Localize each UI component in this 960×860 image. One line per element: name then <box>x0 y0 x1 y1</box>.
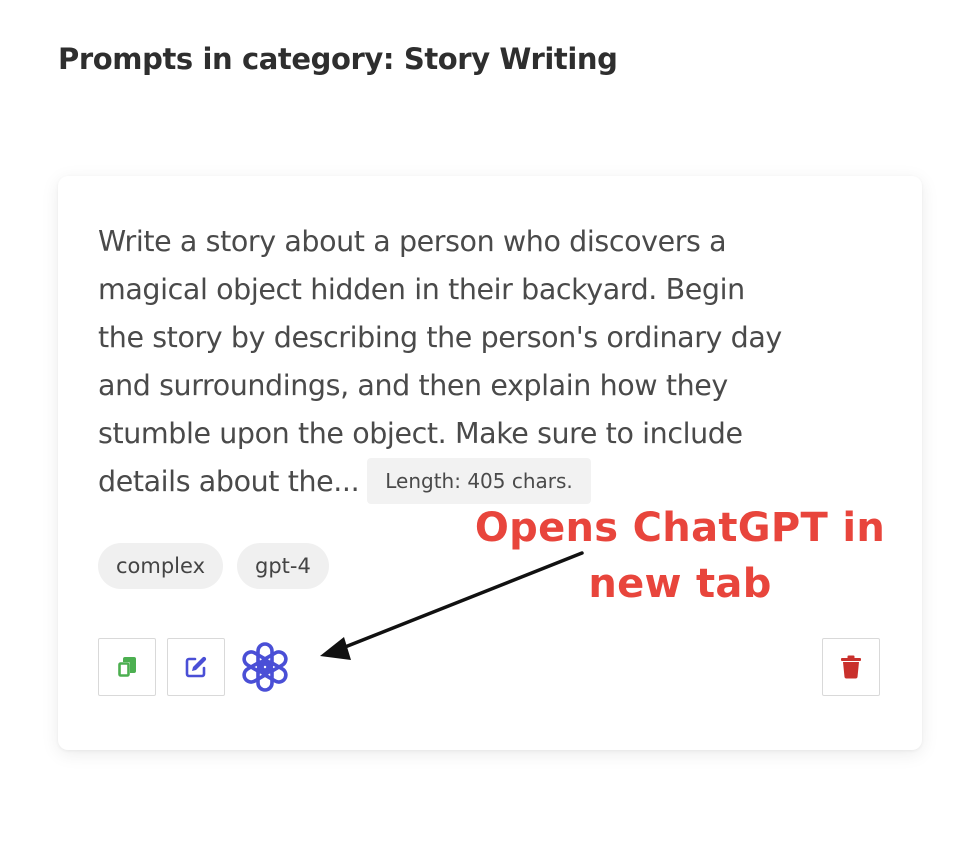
copy-icon <box>118 657 136 677</box>
prompt-text-line: stumble upon the object. Make sure to in… <box>98 417 743 450</box>
open-chatgpt-button[interactable] <box>234 636 296 698</box>
prompt-text-line: the story by describing the person's ord… <box>98 321 782 354</box>
prompt-text-line: details about the... <box>98 465 360 498</box>
prompt-text-last-line: details about the... Length: 405 chars. <box>98 458 888 506</box>
edit-icon <box>185 656 207 678</box>
trash-icon <box>841 655 861 679</box>
annotation-label: Opens ChatGPT in new tab <box>430 500 930 612</box>
edit-button[interactable] <box>167 638 225 696</box>
delete-button[interactable] <box>822 638 880 696</box>
annotation-line: Opens ChatGPT in <box>474 505 886 551</box>
prompt-text-line: and surroundings, and then explain how t… <box>98 369 728 402</box>
prompt-text: Write a story about a person who discove… <box>98 218 888 506</box>
copy-button[interactable] <box>98 638 156 696</box>
tag-complex[interactable]: complex <box>98 543 223 589</box>
prompt-text-line: Write a story about a person who discove… <box>98 225 727 258</box>
annotation-line: new tab <box>588 561 772 607</box>
prompt-text-line: magical object hidden in their backyard.… <box>98 273 745 306</box>
prompt-card: Write a story about a person who discove… <box>58 176 922 750</box>
openai-logo-icon <box>242 642 288 692</box>
length-badge: Length: 405 chars. <box>367 458 591 504</box>
tag-gpt-4[interactable]: gpt-4 <box>237 543 329 589</box>
page-title: Prompts in category: Story Writing <box>58 42 618 76</box>
